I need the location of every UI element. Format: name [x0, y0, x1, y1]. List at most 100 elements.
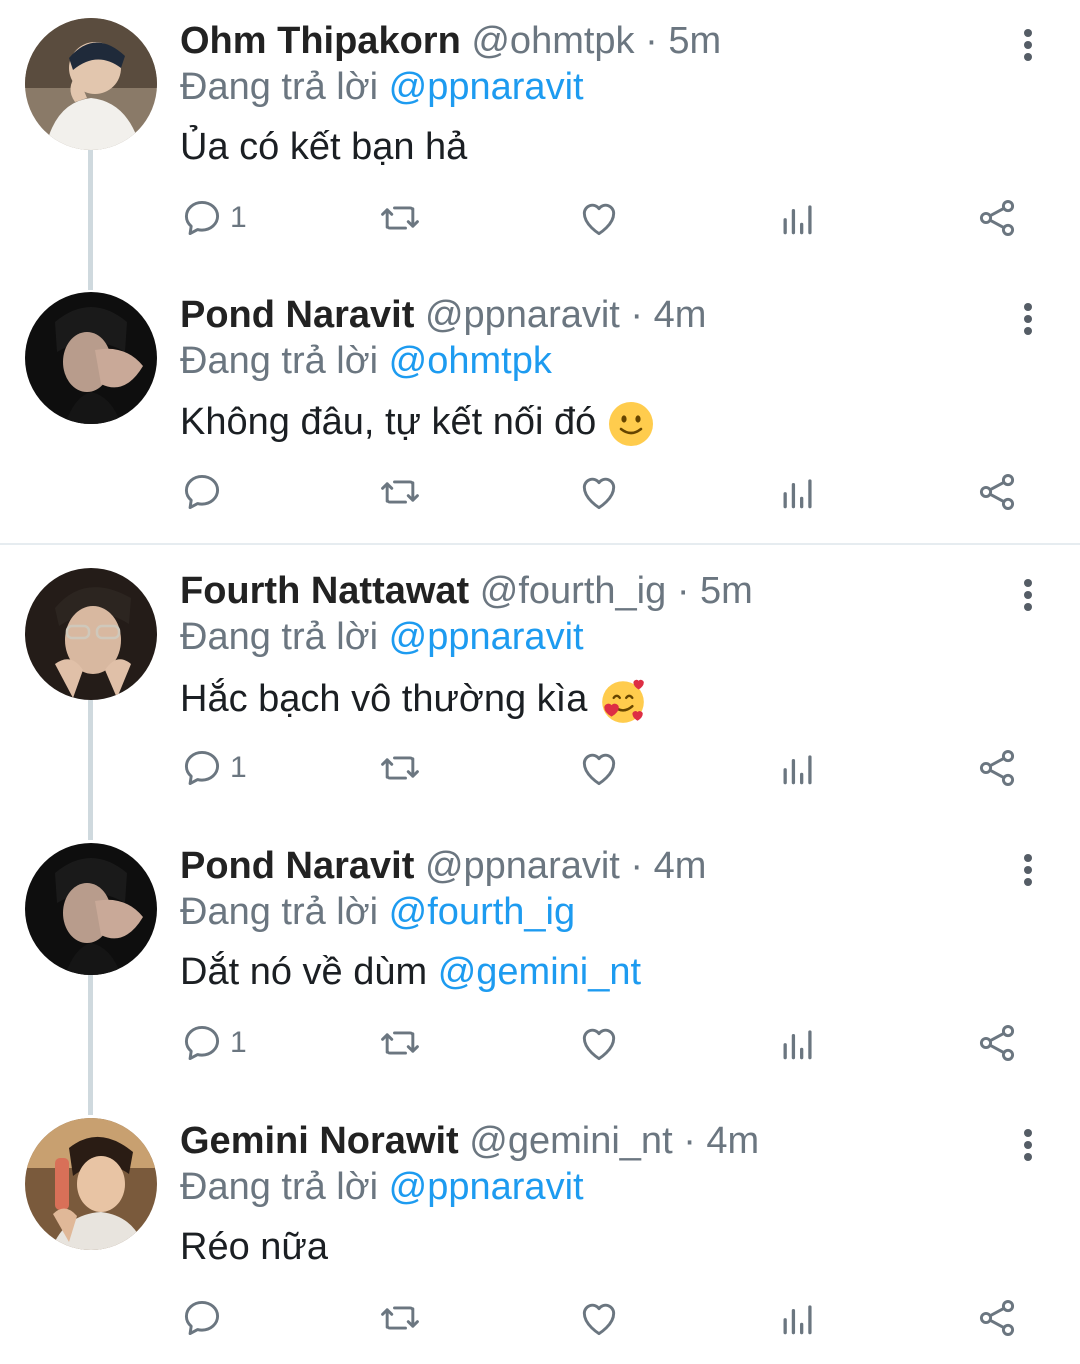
reply-context: Đang trả lời @ppnaravit — [180, 616, 584, 659]
display-name[interactable]: Fourth Nattawat — [180, 570, 469, 612]
retweet-icon — [381, 480, 419, 504]
handle[interactable]: @fourth_ig — [480, 570, 666, 612]
reply-icon — [184, 200, 220, 236]
timestamp[interactable]: 4m — [654, 845, 707, 887]
tweet-header: Gemini Norawit @gemini_nt · 4m — [180, 1118, 759, 1164]
more-icon[interactable] — [1016, 26, 1040, 66]
analytics-button[interactable] — [776, 1011, 820, 1075]
analytics-icon — [783, 1305, 812, 1335]
timestamp[interactable]: 5m — [668, 20, 721, 62]
reply-button[interactable] — [180, 1286, 230, 1350]
avatar[interactable] — [25, 292, 157, 424]
analytics-icon — [783, 479, 812, 509]
reply-prefix: Đang trả lời — [180, 616, 379, 658]
share-button[interactable] — [975, 186, 1019, 250]
handle[interactable]: @ohmtpk — [471, 20, 634, 62]
more-icon[interactable] — [1016, 1126, 1040, 1166]
like-icon — [582, 203, 616, 236]
display-name[interactable]: Pond Naravit — [180, 845, 414, 887]
like-button[interactable] — [577, 186, 621, 250]
tweet[interactable]: Pond Naravit @ppnaravit · 4m Đang trả lờ… — [0, 843, 1080, 1093]
tweet[interactable]: Gemini Norawit @gemini_nt · 4m Đang trả … — [0, 1118, 1080, 1364]
analytics-button[interactable] — [776, 1286, 820, 1350]
reply-mention[interactable]: @ppnaravit — [389, 1166, 584, 1208]
tweet[interactable]: Fourth Nattawat @fourth_ig · 5m Đang trả… — [0, 568, 1080, 818]
display-name[interactable]: Pond Naravit — [180, 294, 414, 336]
avatar[interactable] — [25, 568, 157, 700]
action-bar: 1 — [0, 1011, 1080, 1075]
tweet-text-content: Réo nữa — [180, 1226, 328, 1268]
timestamp[interactable]: 5m — [700, 570, 753, 612]
reply-button[interactable]: 1 — [180, 1011, 247, 1075]
handle[interactable]: @ppnaravit — [425, 845, 620, 887]
action-bar: 1 — [0, 736, 1080, 800]
retweet-button[interactable] — [378, 186, 422, 250]
reply-count: 1 — [230, 751, 247, 784]
reply-mention[interactable]: @ohmtpk — [389, 340, 552, 382]
separator: · — [630, 845, 644, 887]
reply-prefix: Đang trả lời — [180, 891, 379, 933]
reply-prefix: Đang trả lời — [180, 1166, 379, 1208]
reply-icon — [184, 1025, 220, 1061]
handle[interactable]: @gemini_nt — [469, 1120, 672, 1162]
separator: · — [630, 294, 644, 336]
retweet-button[interactable] — [378, 736, 422, 800]
share-button[interactable] — [975, 1286, 1019, 1350]
more-icon[interactable] — [1016, 851, 1040, 891]
tweet[interactable]: Ohm Thipakorn @ohmtpk · 5m Đang trả lời … — [0, 18, 1080, 268]
display-name[interactable]: Ohm Thipakorn — [180, 20, 461, 62]
tweet-text: Réo nữa — [180, 1226, 328, 1269]
analytics-button[interactable] — [776, 186, 820, 250]
tweet[interactable]: Pond Naravit @ppnaravit · 4m Đang trả lờ… — [0, 292, 1080, 542]
share-icon — [979, 200, 1015, 236]
reply-mention[interactable]: @ppnaravit — [389, 66, 584, 108]
tweet-text: Ủa có kết bạn hả — [180, 126, 467, 169]
reply-count: 1 — [230, 1026, 247, 1059]
more-icon[interactable] — [1016, 576, 1040, 616]
reply-icon — [184, 474, 220, 510]
analytics-button[interactable] — [776, 460, 820, 524]
share-icon — [979, 474, 1015, 510]
reply-button[interactable]: 1 — [180, 736, 247, 800]
avatar[interactable] — [25, 1118, 157, 1250]
analytics-icon — [783, 205, 812, 235]
slightly-smiling-face-icon — [608, 402, 653, 446]
share-button[interactable] — [975, 460, 1019, 524]
tweet-text: Hắc bạch vô thường kìa — [180, 676, 648, 726]
reply-count: 1 — [230, 201, 247, 234]
share-button[interactable] — [975, 1011, 1019, 1075]
action-bar — [0, 1286, 1080, 1350]
separator: · — [645, 20, 658, 62]
like-button[interactable] — [577, 460, 621, 524]
timestamp[interactable]: 4m — [654, 294, 707, 336]
handle[interactable]: @ppnaravit — [425, 294, 620, 336]
display-name[interactable]: Gemini Norawit — [180, 1120, 459, 1162]
tweet-text: Không đâu, tự kết nối đó — [180, 400, 655, 448]
like-button[interactable] — [577, 1286, 621, 1350]
reply-button[interactable] — [180, 460, 230, 524]
thread-divider — [0, 543, 1080, 545]
text-mention[interactable]: @gemini_nt — [438, 951, 641, 993]
tweet-header: Fourth Nattawat @fourth_ig · 5m — [180, 568, 753, 614]
like-button[interactable] — [577, 736, 621, 800]
tweet-text-content: Hắc bạch vô thường kìa — [180, 678, 588, 721]
analytics-button[interactable] — [776, 736, 820, 800]
like-button[interactable] — [577, 1011, 621, 1075]
share-icon — [979, 1025, 1015, 1061]
avatar[interactable] — [25, 18, 157, 150]
timestamp[interactable]: 4m — [706, 1120, 759, 1162]
reply-button[interactable]: 1 — [180, 186, 247, 250]
retweet-icon — [381, 1306, 419, 1330]
reply-prefix: Đang trả lời — [180, 340, 379, 382]
share-button[interactable] — [975, 736, 1019, 800]
like-icon — [582, 1028, 616, 1061]
reply-context: Đang trả lời @ppnaravit — [180, 66, 584, 109]
more-icon[interactable] — [1016, 300, 1040, 340]
retweet-button[interactable] — [378, 460, 422, 524]
action-bar — [0, 460, 1080, 524]
retweet-button[interactable] — [378, 1011, 422, 1075]
retweet-button[interactable] — [378, 1286, 422, 1350]
reply-mention[interactable]: @fourth_ig — [389, 891, 575, 933]
avatar[interactable] — [25, 843, 157, 975]
reply-mention[interactable]: @ppnaravit — [389, 616, 584, 658]
